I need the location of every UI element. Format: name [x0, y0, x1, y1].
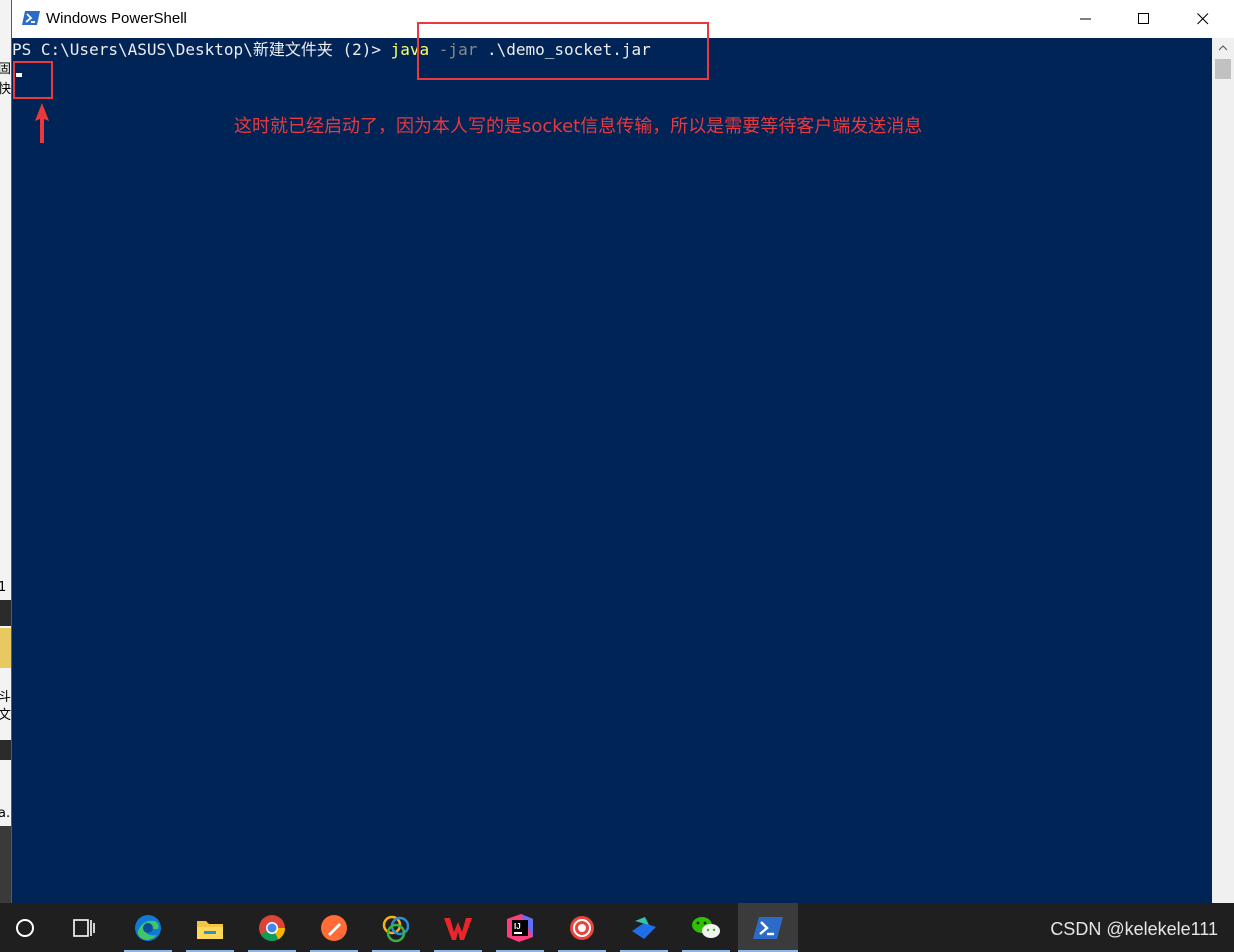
terminal-output[interactable]: PS C:\Users\ASUS\Desktop\新建文件夹 (2)> java… [12, 38, 1212, 903]
watermark-text: CSDN @kelekele111 [1050, 919, 1218, 939]
annotation-arrow-icon [35, 103, 49, 143]
scroll-up-button[interactable] [1212, 38, 1234, 58]
taskbar: IJ [0, 903, 1234, 952]
desktop-fragment: a. [0, 806, 11, 821]
navicat-icon [382, 915, 410, 942]
prompt: PS C:\Users\ASUS\Desktop\新建文件夹 (2)> [12, 40, 391, 59]
postman-icon [321, 914, 347, 941]
command-highlight-box [417, 22, 709, 80]
wechat-icon [692, 916, 720, 938]
file-explorer-icon [197, 920, 223, 939]
taskbar-file-explorer[interactable] [180, 903, 240, 952]
taskbar-edge[interactable] [118, 903, 178, 952]
wps-icon [444, 917, 472, 940]
maximize-icon [1138, 13, 1149, 24]
annotation-text: 这时就已经启动了，因为本人写的是socket信息传输，所以是需要等待客户端发送消… [234, 116, 923, 137]
powershell-taskbar-icon [753, 916, 783, 939]
taskbar-wps[interactable] [428, 903, 488, 952]
desktop-fragment: 斗 [0, 690, 12, 705]
desktop-fragment: 1 [0, 580, 7, 595]
desktop-panel [0, 600, 12, 626]
start-button[interactable] [0, 903, 50, 952]
intellij-idea-icon: IJ [507, 913, 533, 942]
taskbar-feishu[interactable] [614, 903, 674, 952]
screen: 固 快通 1 斗 文 a. Windows PowerShell [0, 0, 1234, 952]
chrome-icon [259, 914, 286, 941]
taskbar-wechat[interactable] [676, 903, 736, 952]
desktop-fragment: 文 [0, 708, 12, 723]
taskbar-intellij[interactable]: IJ [490, 903, 550, 952]
close-button[interactable] [1174, 0, 1232, 38]
window-title: Windows PowerShell [46, 10, 187, 27]
chevron-up-icon [1218, 45, 1228, 51]
task-view-button[interactable] [54, 903, 114, 952]
snail-app-icon [570, 915, 594, 940]
desktop-background: 固 快通 1 斗 文 a. [0, 0, 12, 903]
close-icon [1197, 13, 1209, 25]
svg-text:IJ: IJ [514, 922, 521, 931]
desktop-panel [0, 740, 12, 760]
taskbar-powershell[interactable] [738, 903, 798, 952]
start-icon [16, 918, 34, 937]
desktop-panel [0, 826, 12, 903]
scroll-thumb[interactable] [1215, 59, 1231, 79]
desktop-fragment: 固 [0, 62, 12, 77]
vertical-scrollbar[interactable] [1212, 38, 1234, 903]
taskbar-snail-app[interactable] [552, 903, 612, 952]
task-view-icon [73, 918, 95, 937]
minimize-button[interactable] [1057, 0, 1115, 38]
taskbar-postman[interactable] [304, 903, 364, 952]
maximize-button[interactable] [1115, 0, 1173, 38]
powershell-icon [22, 10, 40, 26]
minimize-icon [1080, 18, 1091, 20]
taskbar-navicat[interactable] [366, 903, 426, 952]
desktop-fragment: 快通 [0, 82, 12, 97]
feishu-icon [632, 916, 656, 939]
cursor-highlight-box [13, 61, 53, 99]
edge-icon [135, 914, 161, 941]
folder-icon [0, 628, 12, 668]
taskbar-chrome[interactable] [242, 903, 302, 952]
